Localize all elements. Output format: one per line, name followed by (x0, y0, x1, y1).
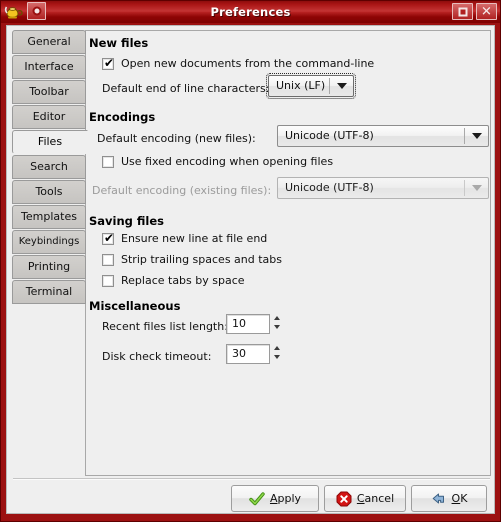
combo-default-encoding-existing: Unicode (UTF-8) (277, 177, 489, 199)
sidebar-item-label: Terminal (25, 285, 73, 298)
ok-button-label: OK (451, 492, 468, 505)
checkbox-use-fixed-encoding-label: Use fixed encoding when opening files (121, 155, 334, 168)
sidebar-item-label: Tools (35, 185, 63, 198)
sidebar-item-label: Files (37, 135, 63, 148)
ok-button[interactable]: OK (411, 485, 487, 512)
chevron-down-icon (472, 185, 482, 191)
check-mark-icon: ✔ (104, 56, 115, 70)
checkbox-strip-trailing-spaces[interactable] (102, 254, 114, 266)
files-settings-content: New files ✔ Open new documents from the … (84, 30, 489, 470)
group-title-encodings: Encodings (89, 110, 156, 124)
combo-default-eol[interactable]: Unix (LF) (266, 73, 356, 99)
checkbox-use-fixed-encoding[interactable] (102, 156, 114, 168)
sidebar-item-search[interactable]: Search (12, 155, 86, 179)
sidebar-item-tools[interactable]: Tools (12, 180, 86, 204)
spinner-disk-check-timeout[interactable]: 30 (226, 344, 270, 364)
label-disk-check-timeout: Disk check timeout: (102, 350, 212, 363)
group-title-saving-files: Saving files (89, 214, 165, 228)
maximize-button[interactable] (452, 3, 473, 20)
sidebar-item-label: Toolbar (29, 85, 69, 98)
combo-separator (329, 78, 330, 94)
sidebar-item-label: Interface (24, 60, 74, 73)
spinner-up-icon[interactable] (274, 346, 280, 350)
apply-label-rest: pply (277, 492, 302, 505)
apply-button-label: Apply (269, 492, 302, 505)
spinner-disk-check-timeout-arrows[interactable] (273, 344, 282, 362)
sidebar-tab-list: General Interface Toolbar Editor Files S… (12, 30, 88, 476)
sidebar-item-label: Keybindings (18, 236, 80, 247)
label-default-encoding-existing: Default encoding (existing files): (92, 184, 272, 197)
sidebar-item-toolbar[interactable]: Toolbar (12, 80, 86, 104)
action-area: Apply Cancel OK (7, 483, 496, 515)
sidebar-item-label: Printing (27, 260, 71, 273)
spinner-up-icon[interactable] (274, 316, 280, 320)
label-recent-files-list-length: Recent files list length: (102, 320, 228, 333)
sidebar-item-printing[interactable]: Printing (12, 255, 86, 279)
sidebar-item-label: Editor (32, 110, 66, 123)
green-check-icon (249, 491, 265, 505)
ok-label-rest: K (460, 492, 468, 505)
spinner-down-icon[interactable] (274, 355, 280, 359)
checkbox-replace-tabs-by-space-label: Replace tabs by space (121, 274, 245, 287)
action-area-separator (13, 478, 490, 480)
spinner-recent-files-value: 10 (232, 317, 246, 330)
preferences-window: Preferences ✕ General Interface Toolbar … (0, 0, 501, 522)
sidebar-item-label: Templates (21, 210, 77, 223)
checkbox-strip-trailing-spaces-label: Strip trailing spaces and tabs (121, 253, 283, 266)
apply-button[interactable]: Apply (231, 485, 319, 512)
combo-default-encoding-new[interactable]: Unicode (UTF-8) (277, 125, 489, 147)
checkbox-ensure-new-line-label: Ensure new line at file end (121, 232, 268, 245)
group-title-new-files: New files (89, 36, 149, 50)
checkbox-replace-tabs-by-space[interactable] (102, 275, 114, 287)
check-mark-icon: ✔ (104, 231, 115, 245)
sidebar-item-templates[interactable]: Templates (12, 205, 86, 229)
close-icon: ✕ (481, 4, 492, 19)
cancel-button[interactable]: Cancel (324, 485, 406, 512)
cancel-label-rest: ancel (364, 492, 395, 505)
spinner-recent-files-list-length[interactable]: 10 (226, 314, 270, 334)
red-stop-x-icon (336, 491, 352, 506)
group-title-miscellaneous: Miscellaneous (89, 299, 181, 313)
window-title: Preferences (210, 5, 291, 19)
sidebar-item-editor[interactable]: Editor (12, 105, 86, 129)
close-button[interactable]: ✕ (476, 3, 497, 20)
spinner-disk-check-timeout-value: 30 (232, 347, 246, 360)
sidebar-item-label: General (27, 35, 71, 48)
cancel-button-label: Cancel (356, 492, 395, 505)
label-default-encoding-new: Default encoding (new files): (97, 132, 256, 145)
checkbox-open-new-documents[interactable]: ✔ (102, 56, 115, 70)
combo-separator (464, 128, 465, 144)
combo-default-encoding-new-value: Unicode (UTF-8) (285, 129, 374, 142)
titlebar-right-controls: ✕ (452, 3, 497, 20)
combo-separator (464, 180, 465, 196)
dialog-body: General Interface Toolbar Editor Files S… (6, 25, 495, 514)
label-default-eol: Default end of line characters: (102, 82, 270, 95)
spinner-recent-files-arrows[interactable] (273, 314, 282, 332)
chevron-down-icon (472, 133, 482, 139)
sidebar-item-terminal[interactable]: Terminal (12, 280, 86, 304)
combo-default-eol-value: Unix (LF) (276, 79, 326, 92)
sidebar-item-label: Search (30, 160, 68, 173)
sidebar-item-keybindings[interactable]: Keybindings (12, 230, 86, 254)
sidebar-item-interface[interactable]: Interface (12, 55, 86, 79)
blue-back-arrow-icon (432, 493, 444, 503)
spinner-down-icon[interactable] (274, 325, 280, 329)
chevron-down-icon (337, 83, 347, 89)
checkbox-open-new-documents-label: Open new documents from the command-line (121, 57, 375, 70)
maximize-icon (458, 7, 467, 16)
sidebar-item-files[interactable]: Files (12, 130, 88, 154)
titlebar[interactable]: Preferences ✕ (1, 1, 500, 23)
checkbox-ensure-new-line[interactable]: ✔ (102, 231, 115, 245)
combo-default-encoding-existing-value: Unicode (UTF-8) (285, 181, 374, 194)
sidebar-item-general[interactable]: General (12, 30, 86, 54)
